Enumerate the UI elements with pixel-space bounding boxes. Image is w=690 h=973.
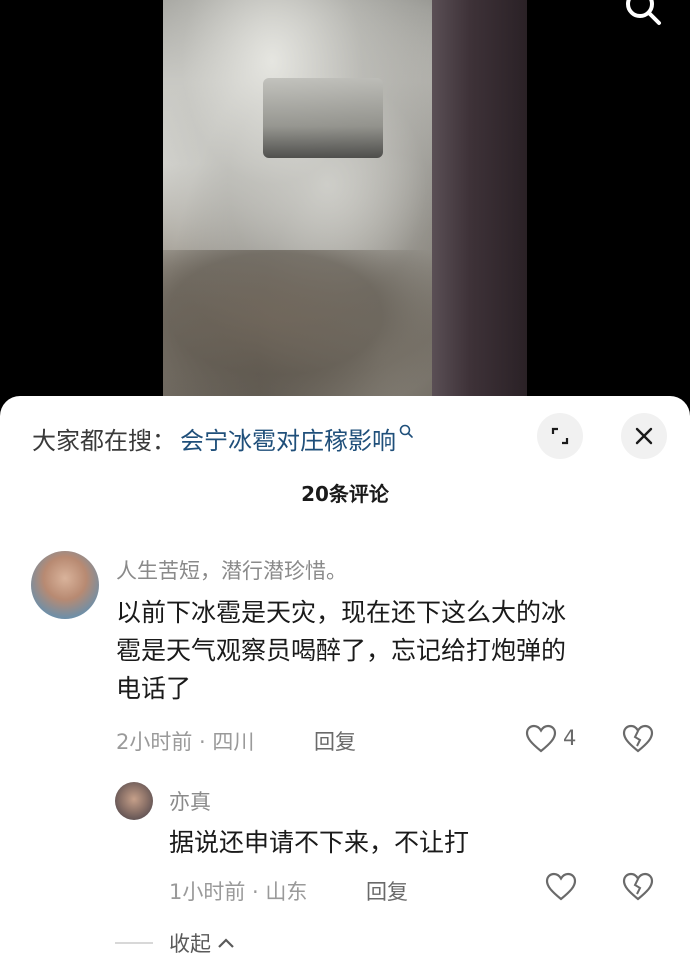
reply-heart-icon[interactable]: [545, 872, 577, 902]
reply-username[interactable]: 亦真: [169, 786, 211, 816]
reply-dislike-icon[interactable]: [622, 872, 654, 902]
comment-text-line: 电话了: [116, 674, 192, 703]
reply-avatar[interactable]: [115, 782, 153, 820]
trending-search-query[interactable]: 会宁冰雹对庄稼影响: [180, 421, 396, 456]
video-puddle: [163, 250, 443, 410]
expand-button[interactable]: [537, 413, 583, 459]
trending-search[interactable]: 大家都在搜： 会宁冰雹对庄稼影响: [32, 418, 414, 458]
comment-sheet: 大家都在搜： 会宁冰雹对庄稼影响 20条评论 人生苦短，潜行潜珍惜。 以前下冰雹…: [0, 396, 690, 973]
reply-reply-button[interactable]: 回复: [366, 876, 408, 906]
search-icon[interactable]: [622, 0, 664, 28]
avatar[interactable]: [31, 551, 99, 619]
comment-time-location: 2小时前 · 四川: [116, 730, 255, 754]
collapse-divider: [115, 942, 153, 944]
video-frame[interactable]: [163, 0, 527, 410]
comment-text-line: 以前下冰雹是天灾，现在还下这么大的冰: [116, 598, 567, 627]
expand-icon: [551, 427, 569, 445]
close-icon: [635, 427, 653, 445]
reply-button[interactable]: 回复: [314, 726, 356, 756]
reply-text: 据说还申请不下来，不让打: [169, 828, 470, 857]
video-object: [263, 78, 383, 158]
trending-search-prefix: 大家都在搜：: [32, 426, 176, 455]
close-button[interactable]: [621, 413, 667, 459]
search-small-icon: [399, 424, 413, 438]
collapse-replies[interactable]: 收起: [115, 928, 235, 958]
comment-text: 以前下冰雹是天灾，现在还下这么大的冰 雹是天气观察员喝醉了，忘记给打炮弹的 电话…: [116, 594, 566, 708]
dislike-icon[interactable]: [622, 724, 654, 754]
comment-username[interactable]: 人生苦短，潜行潜珍惜。: [116, 555, 347, 585]
video-wall: [432, 0, 527, 410]
comment-text-line: 雹是天气观察员喝醉了，忘记给打炮弹的: [116, 636, 567, 665]
collapse-label[interactable]: 收起: [169, 928, 211, 958]
like-count: 4: [563, 726, 577, 750]
reply-time-location: 1小时前 · 山东: [169, 880, 308, 904]
comment-count: 20条评论: [301, 482, 389, 506]
video-player[interactable]: [0, 0, 690, 410]
heart-icon[interactable]: [525, 724, 557, 754]
chevron-up-icon: [218, 938, 234, 948]
